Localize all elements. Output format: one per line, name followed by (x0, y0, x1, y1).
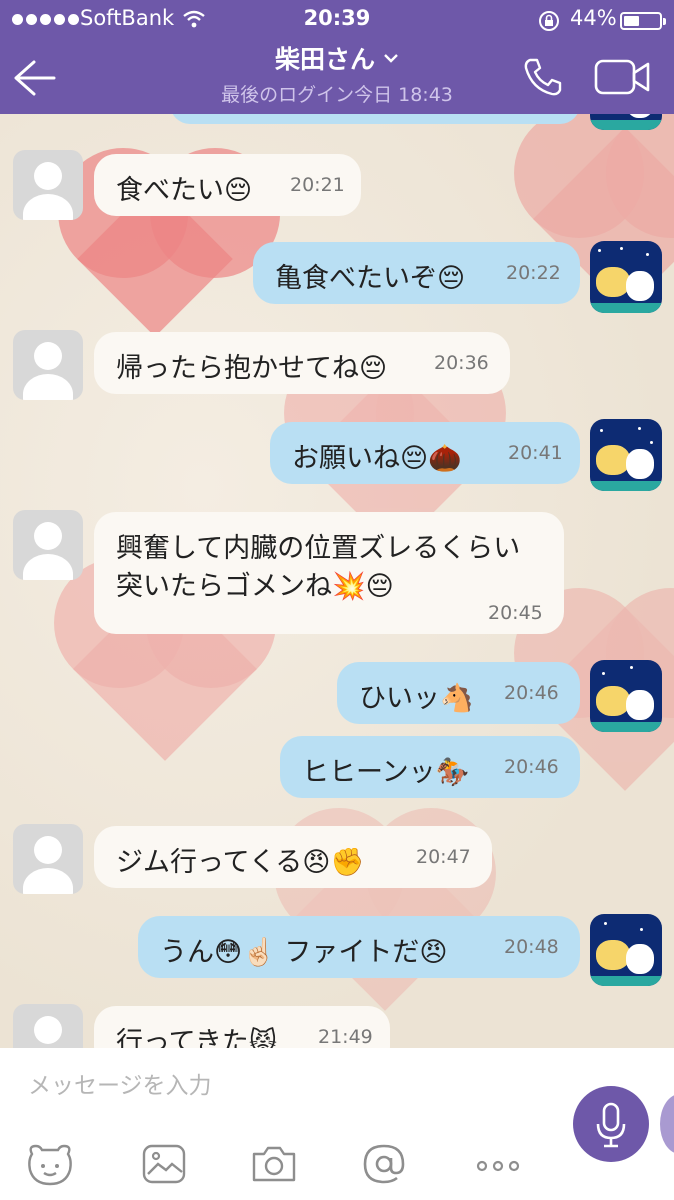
more-icon[interactable] (474, 1140, 522, 1188)
contact-avatar[interactable] (13, 510, 83, 580)
chat-history[interactable]: 食べたい😔 20:21 亀食べたいぞ😔 20:22 帰ったら抱かせてね😔 20:… (0, 114, 674, 1048)
contact-avatar[interactable] (13, 330, 83, 400)
message-time: 20:46 (504, 756, 559, 778)
rotation-lock-icon (539, 11, 559, 31)
message-bubble-incoming[interactable]: ジム行ってくる😠✊ 20:47 (94, 826, 492, 888)
message-time: 20:45 (488, 602, 543, 624)
message-bubble-outgoing[interactable]: お願いね😔🌰 20:41 (270, 422, 580, 484)
contact-avatar[interactable] (13, 150, 83, 220)
message-text: うん😳☝🏻 ファイトだ😠 (160, 937, 448, 968)
message-time: 20:46 (504, 682, 559, 704)
message-text: お願いね😔🌰 (292, 443, 462, 474)
message-time: 20:41 (508, 442, 563, 464)
battery-percent: 44% (570, 6, 617, 30)
message-text: 行ってきた😾 (116, 1027, 277, 1048)
message-time: 20:36 (434, 352, 489, 374)
message-text: 食べたい😔 (116, 175, 253, 206)
contact-avatar[interactable] (13, 1004, 83, 1048)
message-text: 亀食べたいぞ😔 (275, 263, 466, 294)
last-login-status: 最後のログイン今日 18:43 (221, 84, 453, 106)
message-time: 20:22 (506, 262, 561, 284)
microphone-icon (596, 1102, 626, 1148)
message-time: 21:49 (318, 1026, 373, 1048)
message-composer (0, 1048, 674, 1200)
microphone-button[interactable] (573, 1086, 649, 1162)
camera-icon[interactable] (250, 1140, 298, 1188)
message-time: 20:47 (416, 846, 471, 868)
message-bubble-outgoing[interactable]: うん😳☝🏻 ファイトだ😠 20:48 (138, 916, 580, 978)
battery-icon (620, 12, 666, 30)
message-text: ヒヒーンッ🏇 (302, 757, 470, 788)
my-avatar[interactable] (590, 241, 662, 313)
chat-title[interactable]: 柴田さん 最後のログイン今日 18:43 (0, 40, 674, 107)
chevron-down-icon[interactable] (383, 52, 399, 64)
app-header: SoftBank 20:39 44% 柴田さん 最後のログイン今日 18:43 (0, 0, 674, 114)
my-avatar[interactable] (590, 419, 662, 491)
contact-name[interactable]: 柴田さん (275, 40, 375, 76)
message-bubble-outgoing[interactable]: 亀食べたいぞ😔 20:22 (253, 242, 580, 304)
image-icon[interactable] (140, 1140, 188, 1188)
message-bubble-outgoing[interactable] (170, 114, 580, 124)
secondary-action-button[interactable] (660, 1094, 674, 1154)
contact-avatar[interactable] (13, 824, 83, 894)
message-time: 20:48 (504, 936, 559, 958)
status-bar: SoftBank 20:39 44% (0, 4, 674, 34)
message-text-line-1: 興奮して内臓の位置ズレるくらい (116, 533, 521, 564)
message-bubble-incoming[interactable]: 行ってきた😾 21:49 (94, 1006, 390, 1048)
message-bubble-incoming[interactable]: 食べたい😔 20:21 (94, 154, 361, 216)
video-call-icon[interactable] (594, 58, 652, 96)
my-avatar[interactable] (590, 114, 662, 130)
my-avatar[interactable] (590, 914, 662, 986)
message-bubble-incoming[interactable]: 帰ったら抱かせてね😔 20:36 (94, 332, 510, 394)
message-bubble-incoming[interactable]: 興奮して内臓の位置ズレるくらい 突いたらゴメンね💥😔 20:45 (94, 512, 564, 634)
message-bubble-outgoing[interactable]: ヒヒーンッ🏇 20:46 (280, 736, 580, 798)
mention-icon[interactable] (360, 1140, 408, 1188)
phone-call-icon[interactable] (522, 56, 564, 98)
message-bubble-outgoing[interactable]: ひいッ🐴 20:46 (337, 662, 580, 724)
my-avatar[interactable] (590, 660, 662, 732)
message-text: 帰ったら抱かせてね😔 (116, 353, 388, 384)
message-time: 20:21 (290, 174, 345, 196)
message-text: ひいッ🐴 (359, 683, 474, 714)
message-input[interactable] (28, 1066, 548, 1106)
sticker-icon[interactable] (26, 1140, 74, 1188)
message-text: ジム行ってくる😠✊ (116, 847, 365, 878)
message-text-line-2: 突いたらゴメンね💥😔 (116, 571, 394, 602)
